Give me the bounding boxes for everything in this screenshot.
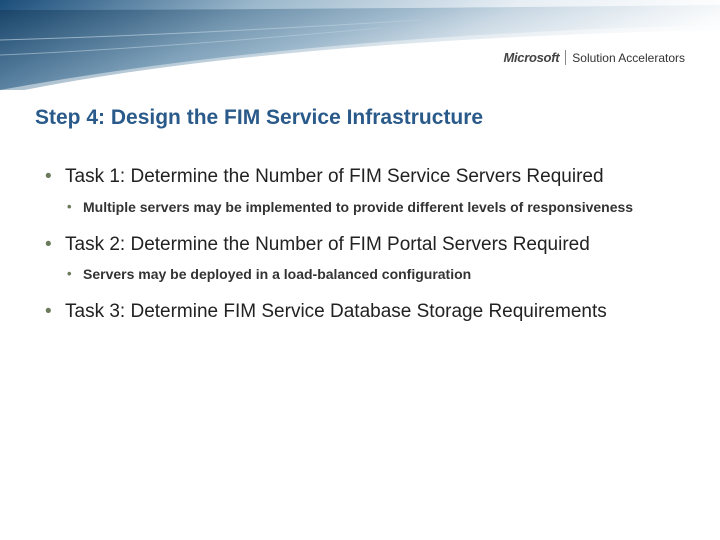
bullet-task-1: Task 1: Determine the Number of FIM Serv… bbox=[45, 165, 680, 217]
brand-divider bbox=[565, 50, 566, 65]
microsoft-logo: Microsoft bbox=[503, 50, 559, 65]
content-area: Task 1: Determine the Number of FIM Serv… bbox=[45, 165, 680, 341]
product-name: Solution Accelerators bbox=[572, 51, 685, 65]
sub-bullet: Servers may be deployed in a load-balanc… bbox=[65, 265, 680, 284]
bullet-task-3: Task 3: Determine FIM Service Database S… bbox=[45, 300, 680, 325]
bullet-text: Task 3: Determine FIM Service Database S… bbox=[65, 301, 607, 322]
bullet-text: Task 1: Determine the Number of FIM Serv… bbox=[65, 166, 604, 187]
bullet-task-2: Task 2: Determine the Number of FIM Port… bbox=[45, 233, 680, 285]
sub-bullet: Multiple servers may be implemented to p… bbox=[65, 198, 680, 217]
corner-swoosh bbox=[0, 0, 720, 90]
brand-bar: Microsoft Solution Accelerators bbox=[503, 50, 685, 65]
slide-title: Step 4: Design the FIM Service Infrastru… bbox=[35, 106, 690, 130]
bullet-text: Task 2: Determine the Number of FIM Port… bbox=[65, 234, 590, 255]
